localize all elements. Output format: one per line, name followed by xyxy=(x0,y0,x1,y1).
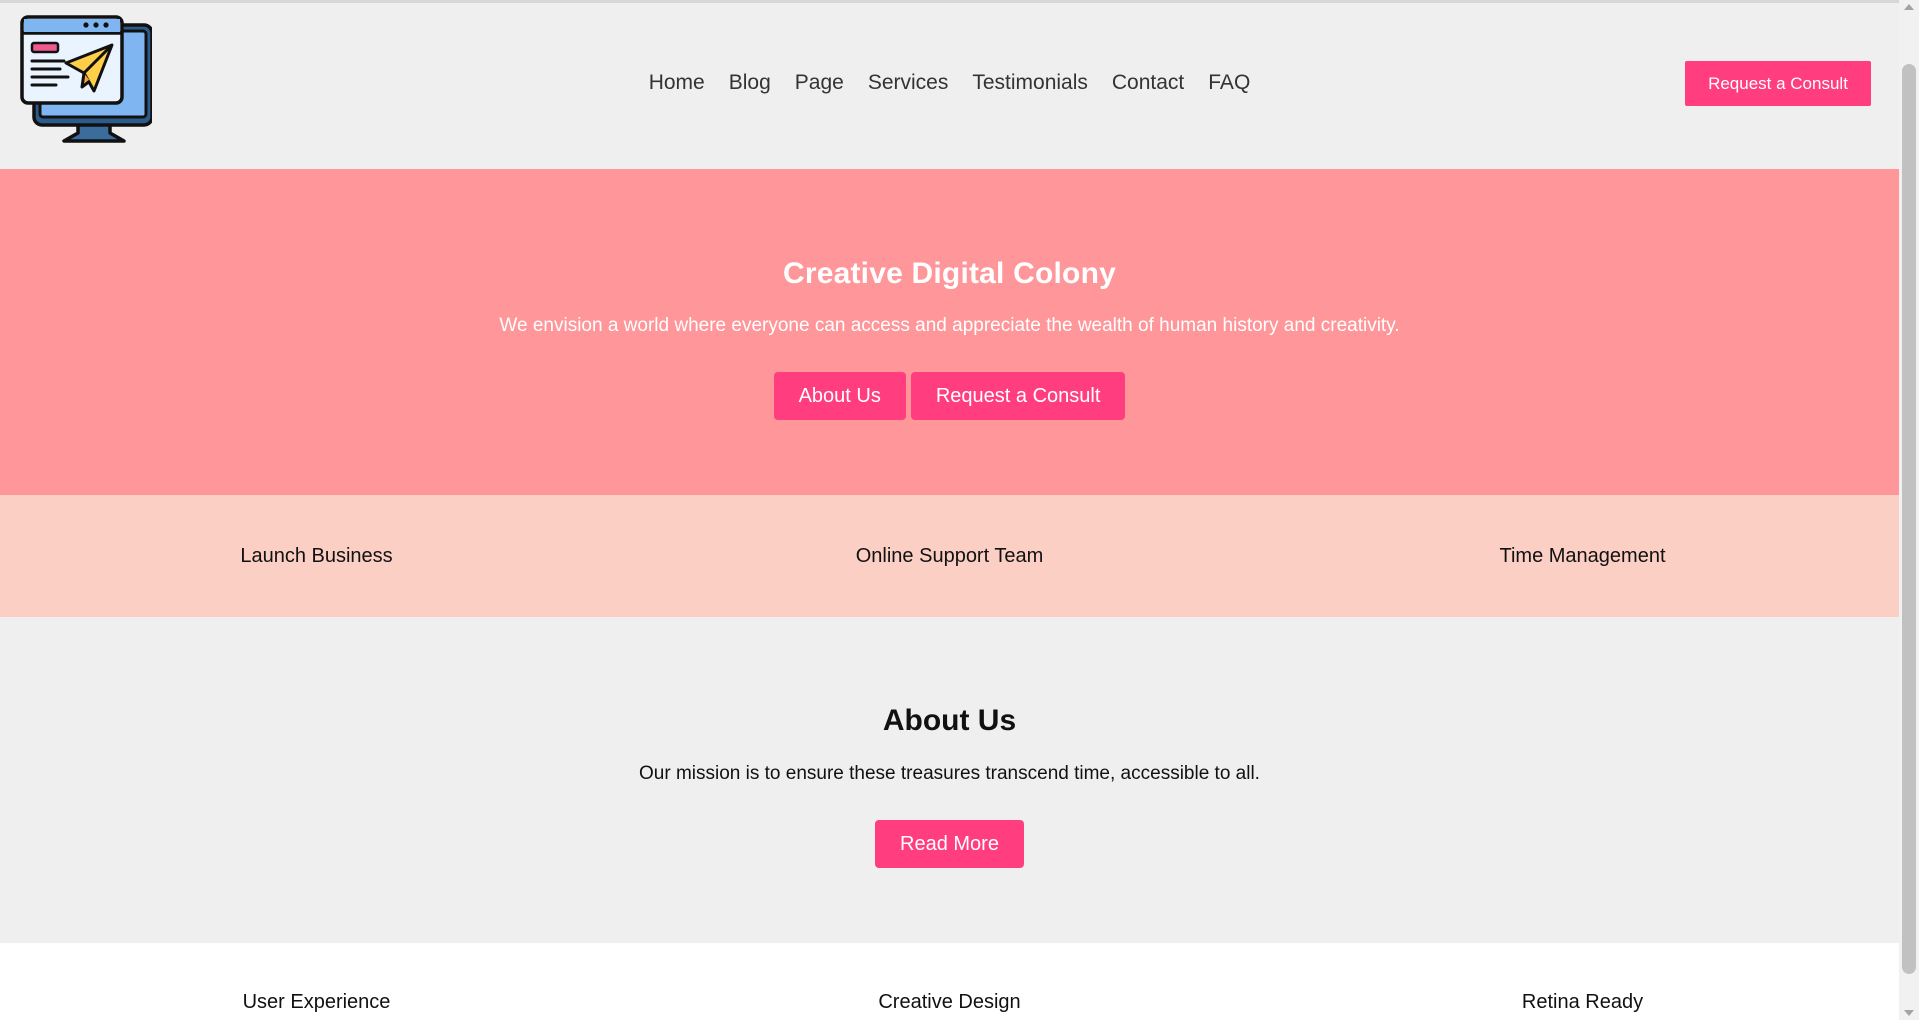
read-more-button[interactable]: Read More xyxy=(875,820,1024,868)
hero-subtitle: We envision a world where everyone can a… xyxy=(499,315,1400,336)
vertical-scrollbar[interactable] xyxy=(1899,0,1919,1020)
about-button-row: Read More xyxy=(0,820,1899,868)
nav-contact[interactable]: Contact xyxy=(1100,71,1196,95)
about-title: About Us xyxy=(882,704,1017,737)
nav-page[interactable]: Page xyxy=(783,71,856,95)
site-header: Home Blog Page Services Testimonials Con… xyxy=(0,3,1899,169)
nav-faq[interactable]: FAQ xyxy=(1196,71,1250,95)
feature-creative-design: Creative Design xyxy=(878,991,1021,1013)
services-bar: User Experience Creative Design Retina R… xyxy=(0,943,1899,1020)
nav-blog[interactable]: Blog xyxy=(717,71,783,95)
hero-title: Creative Digital Colony xyxy=(782,257,1116,290)
nav-home[interactable]: Home xyxy=(649,71,717,95)
about-text: Our mission is to ensure these treasures… xyxy=(639,763,1260,784)
about-section: About Us Our mission is to ensure these … xyxy=(0,617,1899,943)
request-consult-button[interactable]: Request a Consult xyxy=(1685,61,1871,106)
scroll-down-arrow-icon[interactable] xyxy=(1904,1010,1914,1016)
hero-request-consult-button[interactable]: Request a Consult xyxy=(910,372,1126,420)
feature-launch-business: Launch Business xyxy=(240,544,393,567)
main-nav: Home Blog Page Services Testimonials Con… xyxy=(0,3,1899,163)
hero-buttons: About Us Request a Consult xyxy=(0,372,1899,420)
scrollbar-thumb[interactable] xyxy=(1902,64,1916,974)
feature-retina-ready: Retina Ready xyxy=(1521,991,1644,1013)
page: Home Blog Page Services Testimonials Con… xyxy=(0,0,1899,1020)
about-us-button[interactable]: About Us xyxy=(773,372,906,420)
nav-testimonials[interactable]: Testimonials xyxy=(960,71,1100,95)
feature-online-support-team: Online Support Team xyxy=(855,544,1044,567)
nav-services[interactable]: Services xyxy=(856,71,961,95)
feature-time-management: Time Management xyxy=(1499,544,1666,567)
scroll-up-arrow-icon[interactable] xyxy=(1904,4,1914,10)
features-bar: Launch Business Online Support Team Time… xyxy=(0,495,1899,617)
hero-section: Creative Digital Colony We envision a wo… xyxy=(0,169,1899,495)
feature-user-experience: User Experience xyxy=(242,991,391,1013)
